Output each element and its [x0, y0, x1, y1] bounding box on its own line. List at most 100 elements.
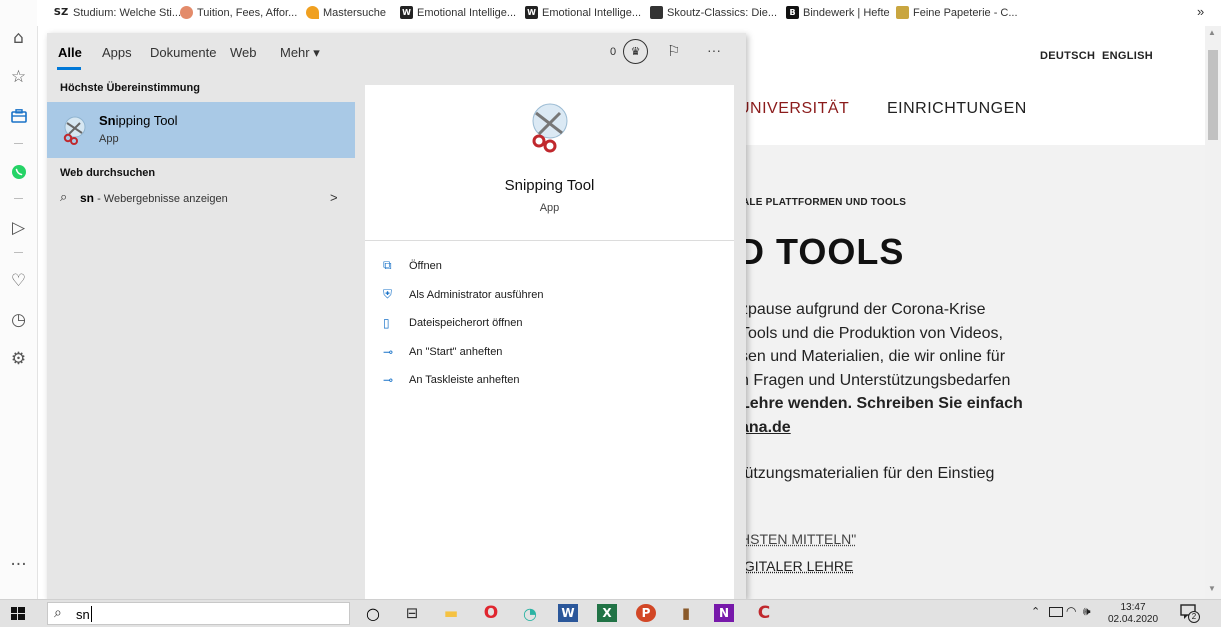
cortana-icon[interactable]: ○: [362, 603, 384, 623]
page-title: D TOOLS: [746, 231, 905, 272]
email-link[interactable]: ana.de: [746, 416, 1023, 440]
folder-icon: ▯: [383, 316, 390, 330]
bookmarks-bar: SZ Studium: Welche Sti... Tuition, Fees,…: [37, 0, 1221, 26]
windows-start-icon[interactable]: [11, 607, 25, 620]
skoutz-favicon: [650, 6, 663, 19]
b-favicon: B: [786, 6, 799, 19]
bookmark-item[interactable]: Feine Papeterie - C...: [896, 6, 1018, 19]
bookmark-item[interactable]: Mastersuche: [306, 6, 386, 19]
tab-dokumente[interactable]: Dokumente: [150, 45, 216, 60]
chevron-right-icon[interactable]: >: [330, 190, 338, 205]
result-preview: Snipping Tool App ⧉ Öffnen ⛨ Als Administr…: [365, 85, 734, 599]
bookmark-item[interactable]: W Emotional Intellige...: [400, 6, 516, 19]
scroll-up-icon[interactable]: ▲: [1208, 28, 1216, 37]
mastersuche-favicon: [306, 6, 319, 19]
intro-paragraph: zpause aufgrund der Corona-Krise Tools u…: [746, 298, 1023, 439]
snipping-tool-icon: [60, 115, 90, 145]
tab-web[interactable]: Web: [230, 45, 257, 60]
lang-deutsch-link[interactable]: DEUTSCH: [1040, 50, 1095, 62]
file-explorer-icon[interactable]: ▬: [440, 603, 462, 623]
points-count: 0: [610, 46, 617, 58]
best-match-result[interactable]: Snipping Tool App: [47, 102, 355, 158]
bookmarks-overflow-button[interactable]: »: [1197, 4, 1204, 19]
start-search-panel: Alle Apps Dokumente Web Mehr ▾ 0 ♛ ⚐ ···…: [47, 33, 746, 599]
page-scrollbar[interactable]: ▲ ▼: [1205, 26, 1221, 599]
globe-favicon: [180, 6, 193, 19]
notification-count: 2: [1188, 611, 1200, 623]
more-options-button[interactable]: ···: [707, 42, 721, 58]
action-run-as-admin[interactable]: ⛨ Als Administrator ausführen: [383, 287, 544, 302]
scroll-down-icon[interactable]: ▼: [1208, 584, 1216, 593]
nav-einrichtungen[interactable]: EINRICHTUNGEN: [887, 100, 1027, 118]
best-match-heading: Höchste Übereinstimmung: [60, 82, 200, 94]
taskbar-search-text: sn: [76, 607, 90, 622]
w-favicon: W: [400, 6, 413, 19]
home-icon[interactable]: ⌂: [0, 24, 37, 52]
feedback-icon[interactable]: ⚐: [667, 42, 680, 60]
tab-alle[interactable]: Alle: [58, 45, 82, 60]
taskbar-search-input[interactable]: ⌕ sn: [47, 602, 350, 625]
star-icon[interactable]: ☆: [0, 63, 37, 91]
tab-mehr[interactable]: Mehr ▾: [280, 45, 320, 61]
web-search-label: sn - Webergebnisse anzeigen: [80, 191, 228, 205]
bookmark-item[interactable]: W Emotional Intellige...: [525, 6, 641, 19]
web-search-heading: Web durchsuchen: [60, 167, 156, 179]
excel-icon[interactable]: X: [597, 604, 617, 622]
word-icon[interactable]: W: [558, 604, 578, 622]
opera-icon[interactable]: O: [480, 603, 502, 623]
more-icon[interactable]: ···: [0, 551, 37, 579]
building-favicon: [896, 6, 909, 19]
site-header: DEUTSCH ENGLISH UNIVERSITÄT EINRICHTUNGE…: [746, 26, 1205, 145]
briefcase-icon[interactable]: [0, 102, 37, 130]
divider: [365, 240, 734, 241]
notifications-icon[interactable]: 2: [1180, 604, 1200, 623]
bookmark-item[interactable]: Tuition, Fees, Affor...: [180, 6, 297, 19]
whatsapp-icon[interactable]: [0, 158, 37, 186]
taskbar: ⌕ sn ○ ⊟ ▬ O ◔ W X P ▮ N C ⌃ ◠ 🕪 13:47 0…: [0, 599, 1221, 627]
pin-icon: ⊸: [383, 373, 394, 387]
rewards-badge-icon[interactable]: ♛: [623, 39, 648, 64]
action-pin-taskbar[interactable]: ⊸ An Taskleiste anheften: [383, 373, 519, 387]
preview-app-name: Snipping Tool: [504, 177, 595, 194]
admin-icon: ⛨: [383, 287, 393, 301]
browser-sidebar: ⌂ ☆ ▷ ♡ ◷ ⚙ ···: [0, 0, 38, 599]
bookmark-item[interactable]: Skoutz-Classics: Die...: [650, 6, 777, 19]
volume-icon[interactable]: 🕪: [1083, 604, 1091, 619]
breadcrumb: ALE PLATTFORMEN UND TOOLS: [746, 197, 907, 208]
clock[interactable]: 13:47 02.04.2020: [1103, 602, 1163, 626]
scrollbar-thumb[interactable]: [1208, 50, 1218, 140]
bookmark-item[interactable]: SZ Studium: Welche Sti...: [53, 6, 181, 19]
task-view-icon[interactable]: ⊟: [401, 603, 423, 623]
action-open[interactable]: ⧉ Öffnen: [383, 258, 442, 273]
powerpoint-icon[interactable]: P: [636, 604, 656, 622]
settings-icon[interactable]: ⚙: [0, 345, 37, 373]
action-pin-start[interactable]: ⊸ An "Start" anheften: [383, 345, 502, 359]
search-icon: ⌕: [60, 190, 68, 205]
tray-chevron-up-icon[interactable]: ⌃: [1031, 605, 1040, 618]
nav-universitaet[interactable]: UNIVERSITÄT: [746, 100, 849, 118]
action-open-file-location[interactable]: ▯ Dateispeicherort öffnen: [383, 316, 523, 330]
wifi-icon[interactable]: ◠: [1066, 604, 1076, 618]
web-search-result[interactable]: ⌕ sn - Webergebnisse anzeigen >: [47, 187, 355, 211]
sz-favicon: SZ: [53, 7, 69, 18]
site-body: ALE PLATTFORMEN UND TOOLS D TOOLS zpause…: [746, 145, 1205, 599]
best-match-name: Snipping Tool: [99, 113, 178, 128]
lang-english-link[interactable]: ENGLISH: [1102, 50, 1153, 62]
pin-icon: ⊸: [383, 345, 394, 359]
app-c-icon[interactable]: C: [753, 603, 775, 623]
battery-icon[interactable]: [1049, 607, 1063, 617]
onenote-icon[interactable]: N: [714, 604, 734, 622]
bookmark-item[interactable]: B Bindewerk | Hefte: [786, 6, 890, 19]
books-icon[interactable]: ▮: [675, 603, 697, 623]
results-list: Höchste Übereinstimmung Snipping Tool Ap…: [47, 70, 355, 599]
history-icon[interactable]: ◷: [0, 306, 37, 334]
link-mitteln[interactable]: HSTEN MITTELN": [746, 531, 856, 547]
w-favicon: W: [525, 6, 538, 19]
tab-apps[interactable]: Apps: [102, 45, 132, 60]
best-match-type: App: [99, 133, 119, 145]
heart-icon[interactable]: ♡: [0, 267, 37, 295]
link-digitaler-lehre[interactable]: IGITALER LEHRE: [746, 558, 853, 574]
open-icon: ⧉: [383, 258, 392, 272]
send-icon[interactable]: ▷: [0, 214, 37, 242]
browser-icon[interactable]: ◔: [519, 603, 541, 623]
